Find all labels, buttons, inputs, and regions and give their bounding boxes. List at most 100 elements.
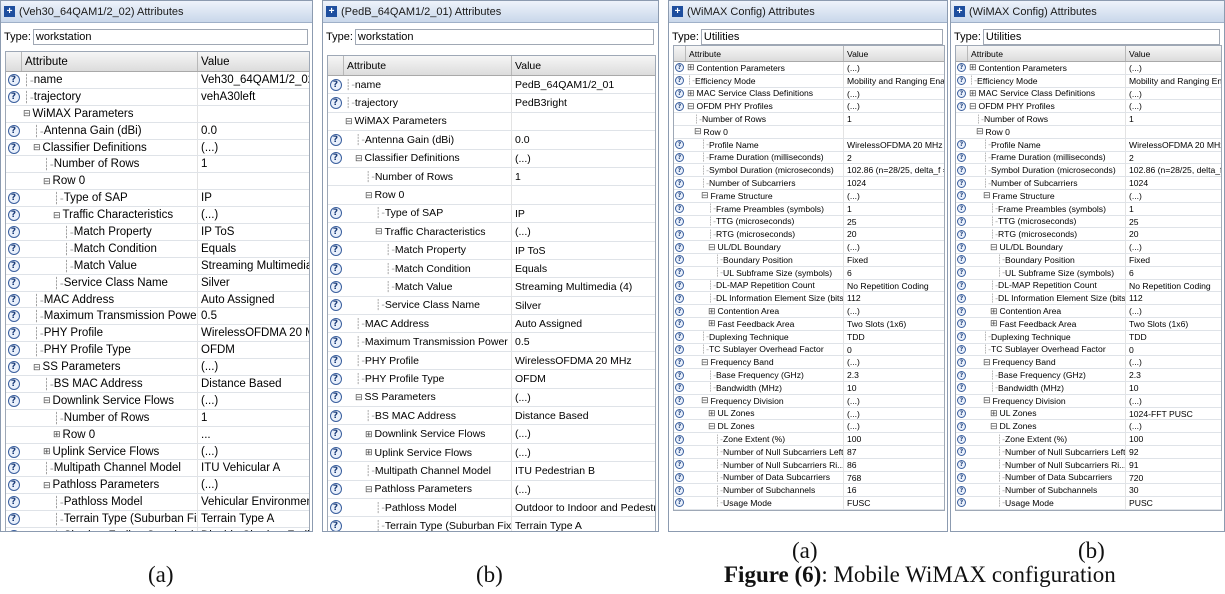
- attribute-value[interactable]: 720: [1125, 471, 1221, 484]
- column-header-attribute[interactable]: Attribute: [967, 46, 1125, 61]
- attribute-value[interactable]: vehA30left: [197, 88, 309, 105]
- attribute-value[interactable]: (...): [511, 425, 655, 443]
- attribute-row[interactable]: ? ┊- TTG (microseconds) 25: [956, 215, 1221, 229]
- help-question-icon[interactable]: ?: [329, 152, 342, 165]
- attribute-row[interactable]: ? ┊- Efficiency Mode Mobility and Ranging E…: [674, 74, 944, 88]
- attribute-row[interactable]: ? ⊞ Downlink Service Flows (...): [328, 425, 655, 444]
- attribute-row[interactable]: ? ⊟ Frame Structure (...): [674, 189, 944, 203]
- attribute-row[interactable]: ? ⊟ OFDM PHY Profiles (...): [956, 100, 1221, 114]
- attribute-row[interactable]: ? ┊- Usage Mode FUSC: [674, 497, 944, 510]
- attribute-row[interactable]: ? ⊟ SS Parameters (...): [6, 359, 309, 377]
- attribute-row[interactable]: ? ⊞ Fast Feedback Area Two Slots (1x6): [956, 317, 1221, 331]
- attribute-value[interactable]: 6: [843, 266, 944, 279]
- help-question-icon[interactable]: ?: [957, 229, 966, 239]
- help-question-icon[interactable]: ?: [7, 259, 20, 272]
- minus-box-icon[interactable]: ⊟: [976, 126, 984, 137]
- attribute-value[interactable]: (...): [197, 359, 309, 376]
- help-question-icon[interactable]: ?: [7, 479, 20, 492]
- help-question-icon[interactable]: ?: [675, 344, 684, 354]
- help-question-icon[interactable]: ?: [957, 293, 966, 303]
- help-question-icon[interactable]: ?: [675, 332, 684, 342]
- help-question-icon[interactable]: ?: [7, 73, 20, 86]
- attribute-row[interactable]: ? ⊞ UL Zones (...): [674, 407, 944, 421]
- attribute-row[interactable]: ? ┊- Efficiency Mode Mobility and Ranging E…: [956, 74, 1221, 88]
- minus-box-icon[interactable]: ⊟: [708, 242, 716, 253]
- attribute-row[interactable]: ┊- Number of Rows 1: [6, 409, 309, 427]
- attribute-row[interactable]: ? ⊟ Frame Structure (...): [956, 189, 1221, 203]
- attribute-value[interactable]: 1024: [1125, 177, 1221, 189]
- help-question-icon[interactable]: ?: [675, 242, 684, 252]
- help-question-icon[interactable]: ?: [957, 242, 966, 252]
- help-question-icon[interactable]: ?: [7, 225, 20, 238]
- attribute-row[interactable]: ? ┊- trajectory PedB3right: [328, 94, 655, 113]
- attribute-value[interactable]: 87: [843, 445, 944, 458]
- help-question-icon[interactable]: ?: [675, 319, 684, 329]
- attribute-value[interactable]: 0: [1125, 343, 1221, 356]
- help-question-icon[interactable]: ?: [329, 391, 342, 404]
- plus-box-icon[interactable]: ⊞: [687, 62, 695, 73]
- attribute-value[interactable]: Two Slots (1x6): [1125, 317, 1221, 330]
- attribute-row[interactable]: ? ┊- DL-MAP Repetition Count No Repetition …: [674, 279, 944, 293]
- attribute-row[interactable]: ? ⊟ Frequency Band (...): [674, 356, 944, 370]
- attribute-row[interactable]: ? ⊟ Pathloss Parameters (...): [6, 477, 309, 495]
- attribute-row[interactable]: ? ┊- Number of Null Subcarriers Ri... 86: [674, 458, 944, 472]
- attribute-value[interactable]: (...): [197, 392, 309, 409]
- column-header-value[interactable]: Value: [1125, 46, 1221, 61]
- attribute-value[interactable]: (...): [1125, 189, 1221, 202]
- attribute-row[interactable]: ? ┊- Multipath Channel Model ITU Pedestrian…: [328, 462, 655, 481]
- attribute-row[interactable]: ? ┊- Pathloss Model Outdoor to Indoor and P…: [328, 498, 655, 518]
- attribute-value[interactable]: Fixed: [843, 253, 944, 266]
- attribute-value[interactable]: Terrain Type A: [511, 517, 655, 531]
- help-question-icon[interactable]: ?: [675, 370, 684, 380]
- attribute-row[interactable]: ? ┊- DL-MAP Repetition Count No Repetition …: [956, 279, 1221, 293]
- help-question-icon[interactable]: ?: [675, 460, 684, 470]
- help-question-icon[interactable]: ?: [675, 152, 684, 162]
- help-question-icon[interactable]: ?: [957, 434, 966, 444]
- help-question-icon[interactable]: ?: [329, 464, 342, 477]
- attribute-row[interactable]: ? ┊- Symbol Duration (microseconds) 102.86 …: [956, 164, 1221, 178]
- attribute-value[interactable]: (...): [843, 87, 944, 100]
- minus-box-icon[interactable]: ⊟: [708, 421, 716, 432]
- attribute-row[interactable]: ? ┊- Number of Subcarriers 1024: [956, 177, 1221, 190]
- attribute-value[interactable]: No Repetition Coding: [843, 279, 944, 292]
- attribute-row[interactable]: ?┊-PHY ProfileWirelessOFDMA 20 MHz: [6, 325, 309, 343]
- help-question-icon[interactable]: ?: [675, 485, 684, 495]
- attribute-value[interactable]: 2: [1125, 151, 1221, 164]
- minus-box-icon[interactable]: ⊟: [23, 108, 31, 119]
- attribute-value[interactable]: [511, 186, 655, 204]
- attribute-row[interactable]: ? ⊞ UL Zones 1024-FFT PUSC: [956, 407, 1221, 421]
- attribute-value[interactable]: 20: [843, 228, 944, 241]
- attribute-value[interactable]: 2.3: [1125, 369, 1221, 381]
- minus-box-icon[interactable]: ⊟: [355, 392, 363, 403]
- attribute-value[interactable]: (...): [1125, 100, 1221, 113]
- plus-box-icon[interactable]: ⊞: [990, 408, 998, 419]
- attribute-row[interactable]: ? ┊- Antenna Gain (dBi) 0.0: [6, 122, 309, 140]
- attribute-value[interactable]: Equals: [511, 259, 655, 278]
- plus-box-icon[interactable]: ⊞: [708, 318, 716, 329]
- help-question-icon[interactable]: ?: [329, 446, 342, 459]
- minus-box-icon[interactable]: ⊟: [43, 480, 51, 491]
- attribute-row[interactable]: ? ┊- TC Sublayer Overhead Factor 0: [674, 343, 944, 357]
- minus-box-icon[interactable]: ⊟: [701, 395, 709, 406]
- attribute-value[interactable]: (...): [843, 407, 944, 420]
- attribute-value[interactable]: 1: [843, 202, 944, 215]
- attribute-value[interactable]: (...): [197, 477, 309, 494]
- attribute-value[interactable]: ...: [197, 426, 309, 443]
- help-question-icon[interactable]: ?: [329, 483, 342, 496]
- attribute-row[interactable]: ? ┊- Bandwidth (MHz) 10: [674, 381, 944, 395]
- help-question-icon[interactable]: ?: [7, 141, 20, 154]
- attribute-value[interactable]: 91: [1125, 458, 1221, 471]
- attribute-row[interactable]: ? ┊- trajectory vehA30left: [6, 88, 309, 106]
- attribute-row[interactable]: ?┊-Terrain Type (Suburban Fixed)Terrain …: [6, 511, 309, 529]
- attribute-row[interactable]: ┊- Number of Rows 1: [956, 113, 1221, 126]
- help-question-icon[interactable]: ?: [675, 140, 684, 150]
- attribute-value[interactable]: PUSC: [1125, 497, 1221, 509]
- help-question-icon[interactable]: ?: [7, 394, 20, 407]
- attribute-value[interactable]: 1024: [843, 177, 944, 189]
- attribute-value[interactable]: 1: [1125, 113, 1221, 125]
- attribute-value[interactable]: (...): [1125, 394, 1221, 407]
- help-question-icon[interactable]: ?: [329, 336, 342, 349]
- plus-box-icon[interactable]: ⊞: [969, 62, 977, 73]
- attribute-value[interactable]: 0: [843, 343, 944, 356]
- help-question-icon[interactable]: ?: [957, 306, 966, 316]
